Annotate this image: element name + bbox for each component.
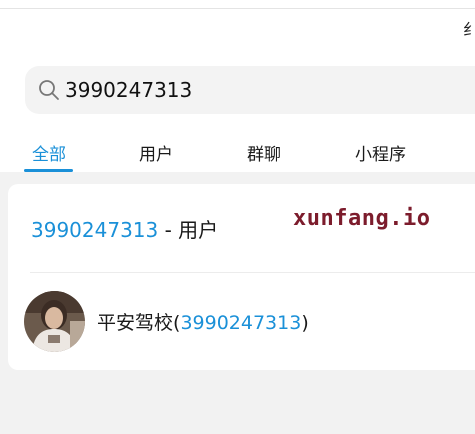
title-bar: 纟 [0,0,475,54]
search-icon [39,80,59,100]
search-input[interactable] [65,66,465,114]
tab-all[interactable]: 全部 [32,140,66,165]
user-search-result[interactable]: 3990247313 - 用户 [31,214,218,243]
search-panel: 全部 用户 群聊 小程序 [0,54,475,172]
watermark: xunfang.io [293,206,431,231]
result-divider [30,272,475,273]
tab-groups[interactable]: 群聊 [247,140,281,165]
user-result-suffix: - 用户 [158,218,219,242]
avatar-image [24,291,85,352]
search-box[interactable] [25,66,475,114]
tab-users[interactable]: 用户 [139,140,173,165]
contact-name: 平安驾校 [97,312,174,334]
avatar[interactable] [24,291,85,352]
title-bar-divider [0,8,475,9]
contact-number: 3990247313 [180,312,302,334]
title-bar-char: 纟 [462,20,475,39]
contact-search-result[interactable]: 平安驾校(3990247313) [97,308,309,335]
tab-mini-programs[interactable]: 小程序 [355,140,406,165]
active-tab-indicator [24,169,73,172]
user-result-number: 3990247313 [31,218,159,242]
contact-close-paren: ) [301,312,309,334]
